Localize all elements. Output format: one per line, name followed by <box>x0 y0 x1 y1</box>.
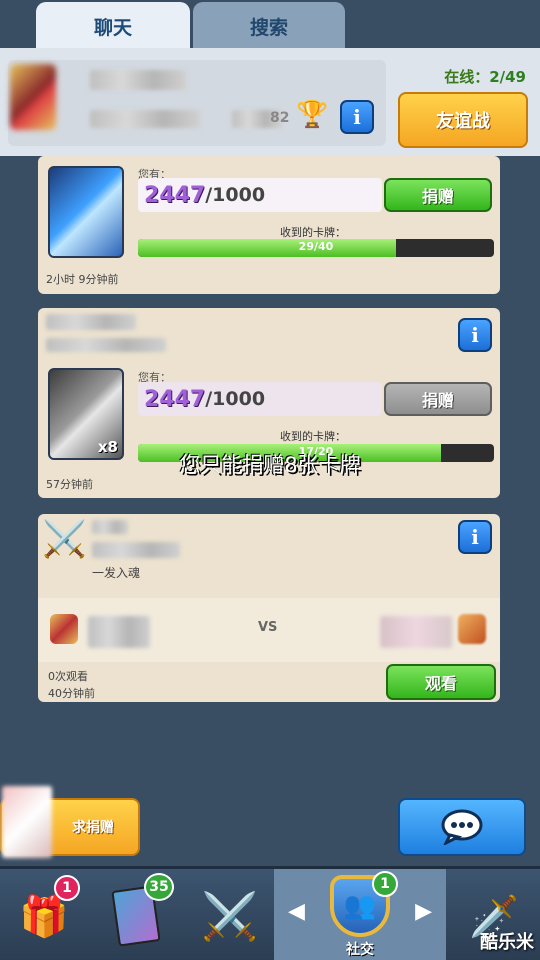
clan-info-button[interactable]: i <box>340 100 374 134</box>
nav-cards[interactable]: 35 <box>92 869 180 960</box>
social-label: 社交 <box>346 942 374 958</box>
clan-badge-icon <box>10 64 56 130</box>
nav-shop[interactable]: 🎁 1 <box>0 869 88 960</box>
player-left-badge-icon <box>50 614 78 644</box>
crossed-swords-icon: ⚔️ <box>42 519 87 560</box>
shop-notification-badge: 1 <box>54 875 80 901</box>
bottom-nav: 🎁 1 35 ⚔️ ◀ 👥 1 ▶ 社交 🗡️ <box>0 866 540 960</box>
crossed-swords-icon: ⚔️ <box>201 888 259 943</box>
online-label: 在线： <box>444 68 490 86</box>
request-card-icon-blurred <box>2 786 52 858</box>
clan-info-card <box>8 60 386 146</box>
watch-button[interactable]: 观看 <box>386 664 496 700</box>
player-right-name-blurred <box>380 616 452 648</box>
card-count-have: 2447 <box>144 182 206 208</box>
player-role-blurred <box>46 338 166 352</box>
online-count: 2/49 <box>489 68 526 86</box>
donate-button-disabled[interactable]: 捐赠 <box>384 382 492 416</box>
tab-search[interactable]: 搜索 <box>193 2 345 50</box>
received-label: 收到的卡牌： <box>280 430 346 443</box>
chat-button[interactable] <box>398 798 526 856</box>
chevron-right-icon[interactable]: ▶ <box>415 899 432 924</box>
speech-bubble-icon <box>441 809 483 845</box>
card-count-have: 2447 <box>144 386 206 412</box>
player-message-blurred <box>92 542 180 558</box>
clan-name-blurred <box>90 70 186 90</box>
request-donation-label: 求捐赠 <box>72 820 114 836</box>
donation-progress-text: 29/40 <box>298 240 334 253</box>
nav-social[interactable]: ◀ 👥 1 ▶ 社交 <box>274 869 446 960</box>
player-left-name-blurred <box>88 616 150 648</box>
card-count-total: /1000 <box>205 184 266 206</box>
clan-trophies-text: 82 <box>270 110 290 126</box>
watermark-text: 酷乐米 <box>480 932 534 953</box>
request-time: 57分钟前 <box>46 478 93 491</box>
online-status: 在线：2/49 <box>444 66 526 87</box>
donation-limit-toast: 您只能捐赠8张卡牌 <box>179 453 361 477</box>
chevron-left-icon[interactable]: ◀ <box>288 899 305 924</box>
player-name-blurred <box>92 520 128 534</box>
lightning-spell-icon <box>48 166 124 258</box>
player-name-blurred <box>46 314 136 330</box>
card-count: 2447/1000 <box>138 382 382 416</box>
nav-battle[interactable]: ⚔️ <box>186 869 274 960</box>
card-count: 2447/1000 <box>138 178 382 212</box>
request-time: 2小时 9分钟前 <box>46 273 119 286</box>
view-count: 0次观看 <box>48 670 88 683</box>
card-count-total: /1000 <box>205 388 266 410</box>
battle-time: 40分钟前 <box>48 687 95 700</box>
cards-notification-badge: 35 <box>144 873 174 901</box>
donation-progress-bar: 29/40 <box>138 239 494 257</box>
battle-subtitle: 一发入魂 <box>92 566 141 580</box>
battle-info-button[interactable]: i <box>458 520 492 554</box>
lightning-spell-icon: x8 <box>48 368 124 460</box>
player-right-badge-icon <box>458 614 486 644</box>
social-notification-badge: 1 <box>372 871 398 897</box>
vs-label: VS <box>258 620 278 635</box>
player-info-button[interactable]: i <box>458 318 492 352</box>
received-label: 收到的卡牌： <box>280 226 346 239</box>
clan-desc-blurred <box>90 110 200 128</box>
friendly-battle-button[interactable]: 友谊战 <box>398 92 528 148</box>
tab-chat[interactable]: 聊天 <box>36 2 190 50</box>
trophy-icon: 🏆 <box>296 100 329 130</box>
donate-button[interactable]: 捐赠 <box>384 178 492 212</box>
